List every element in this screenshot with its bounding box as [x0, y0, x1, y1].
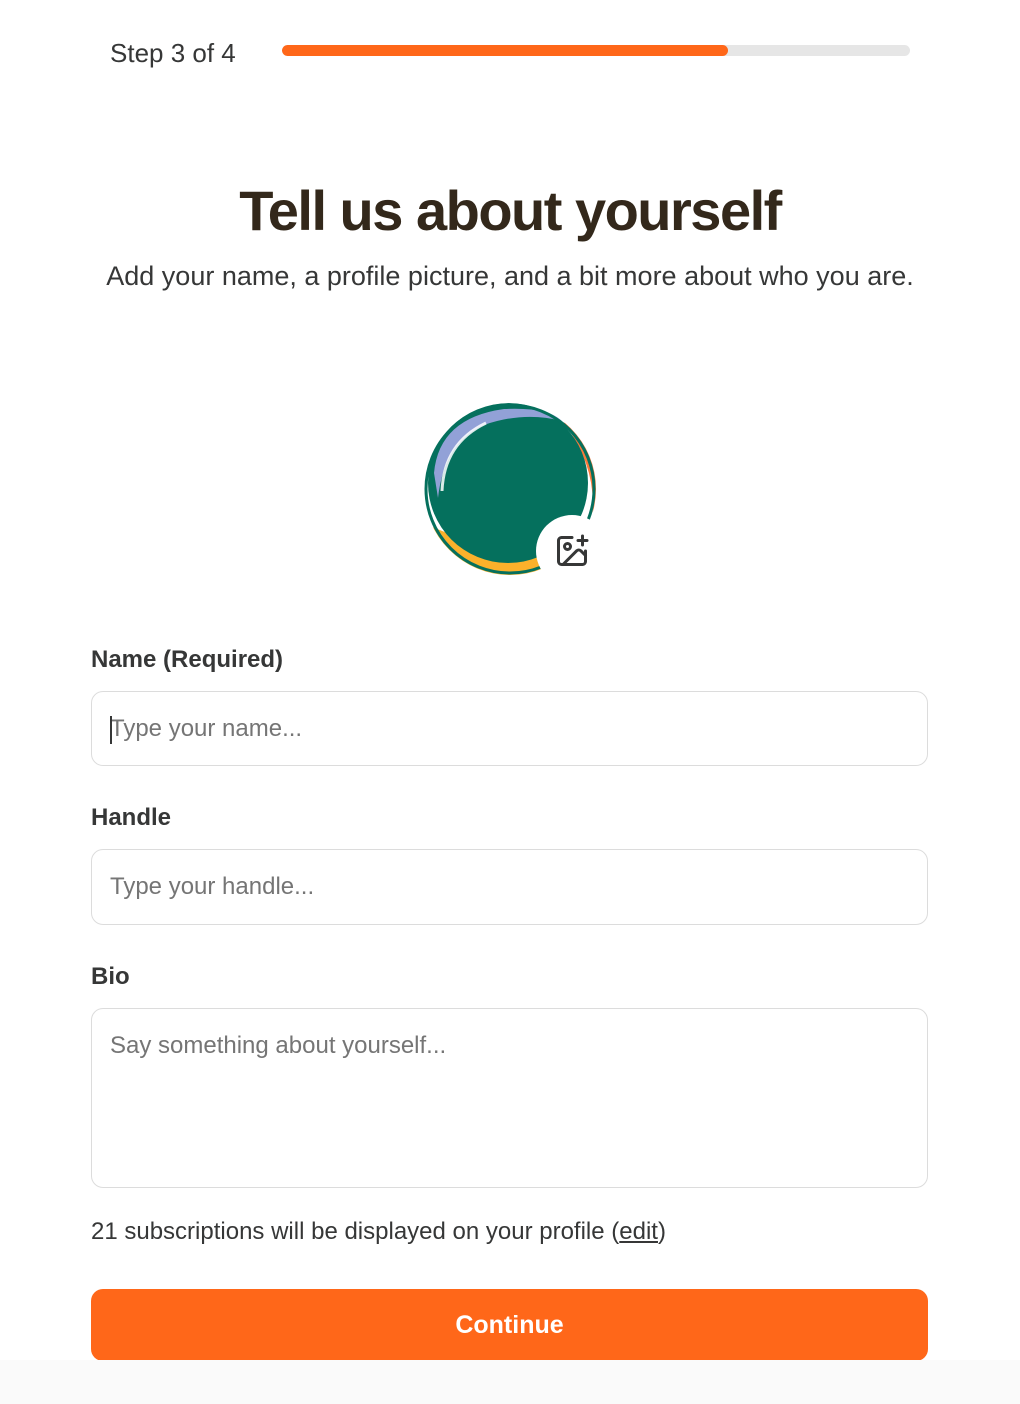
onboarding-page: Step 3 of 4 Tell us about yourself Add y… — [0, 0, 1020, 1404]
upload-photo-button[interactable] — [536, 515, 608, 587]
progress-bar-fill — [282, 45, 728, 56]
subscriptions-note-text: 21 subscriptions will be displayed on yo… — [91, 1218, 620, 1245]
subscriptions-note: 21 subscriptions will be displayed on yo… — [91, 1217, 666, 1247]
name-input[interactable] — [91, 691, 928, 766]
text-caret — [110, 716, 112, 744]
handle-input[interactable] — [91, 849, 928, 925]
bottom-fade — [0, 1360, 1020, 1404]
progress-bar — [282, 45, 910, 56]
edit-subscriptions-link[interactable]: edit — [619, 1218, 658, 1245]
subscriptions-note-suffix: ) — [657, 1218, 666, 1245]
page-title: Tell us about yourself — [239, 179, 782, 242]
handle-label: Handle — [91, 804, 172, 831]
bio-label: Bio — [91, 963, 130, 990]
step-label: Step 3 of 4 — [110, 38, 236, 68]
continue-button[interactable]: Continue — [91, 1289, 928, 1361]
name-label: Name (Required) — [91, 646, 284, 673]
page-subtitle: Add your name, a profile picture, and a … — [106, 261, 914, 291]
image-add-icon — [557, 534, 589, 566]
bio-textarea[interactable] — [91, 1008, 928, 1188]
